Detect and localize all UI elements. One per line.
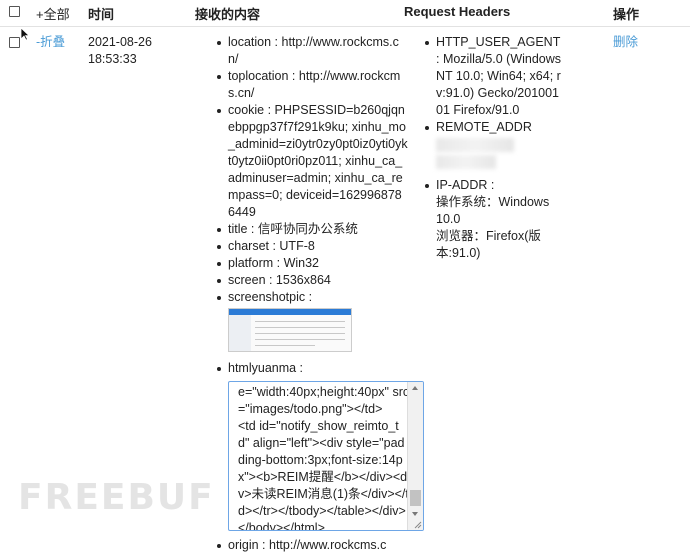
htmlyuanma-textarea[interactable]: e="width:40px;height:40px" src="images/t… [228, 381, 424, 531]
column-header-content: 接收的内容 [195, 7, 261, 22]
mouse-cursor-icon [20, 27, 30, 41]
scrollbar-thumb[interactable] [410, 490, 421, 506]
ip-addr-browser: 浏览器：Firefox(版本:91.0) [436, 229, 541, 260]
collapse-link[interactable]: -折叠 [36, 34, 65, 51]
row-date: 2021-08-26 [88, 35, 152, 49]
scroll-up-icon[interactable] [412, 386, 418, 390]
content-cookie: cookie : PHPSESSID=b260qjqnebppgp37f7f29… [216, 102, 408, 221]
ip-addr-label: IP-ADDR : [436, 178, 495, 192]
ip-addr-os: 操作系统：Windows 10.0 [436, 195, 550, 226]
content-screen: screen : 1536x864 [216, 272, 408, 289]
received-content: location : http://www.rockcms.cn/ toploc… [216, 34, 424, 554]
redacted-ip-blur-2 [436, 154, 496, 169]
content-platform: platform : Win32 [216, 255, 408, 272]
screenshot-thumbnail[interactable] [228, 308, 352, 352]
table-header: +全部 时间 接收的内容 Request Headers 操作 [0, 0, 690, 27]
row-checkbox[interactable] [9, 37, 20, 48]
column-header-time: 时间 [88, 7, 115, 22]
textarea-scrollbar[interactable] [407, 382, 423, 530]
htmlyuanma-label: htmlyuanma : [228, 361, 304, 375]
row-time: 18:53:33 [88, 52, 137, 66]
content-origin: origin : http://www.rockcms.c [216, 537, 408, 554]
header-remote-addr: REMOTE_ADDR [424, 119, 562, 169]
expand-all-link[interactable]: +全部 [36, 4, 70, 23]
column-header-request-headers: Request Headers [404, 4, 511, 19]
content-location: location : http://www.rockcms.cn/ [216, 34, 408, 68]
htmlyuanma-source: e="width:40px;height:40px" src="images/t… [238, 385, 410, 531]
redacted-ip-blur [436, 137, 514, 152]
column-header-action: 操作 [613, 7, 640, 22]
select-all-checkbox[interactable] [9, 6, 20, 17]
resize-grip-icon[interactable] [412, 519, 422, 529]
content-toplocation: toplocation : http://www.rockcms.cn/ [216, 68, 408, 102]
screenshotpic-label: screenshotpic : [228, 290, 313, 304]
header-ip-addr: IP-ADDR : 操作系统：Windows 10.0 浏览器：Firefox(… [424, 177, 562, 262]
watermark: FREEBUF [18, 477, 215, 518]
header-user-agent: HTTP_USER_AGENT : Mozilla/5.0 (Windows N… [424, 34, 562, 119]
request-headers: HTTP_USER_AGENT : Mozilla/5.0 (Windows N… [424, 34, 562, 262]
content-screenshotpic: screenshotpic : [216, 289, 408, 352]
content-charset: charset : UTF-8 [216, 238, 408, 255]
delete-link[interactable]: 删除 [613, 34, 638, 51]
remote-addr-label: REMOTE_ADDR [436, 120, 532, 134]
content-htmlyuanma: htmlyuanma : e="width:40px;height:40px" … [216, 360, 424, 531]
scroll-down-icon[interactable] [412, 512, 418, 516]
content-title: title : 信呼协同办公系统 [216, 221, 408, 238]
row-timestamp: 2021-08-26 18:53:33 [88, 34, 152, 68]
